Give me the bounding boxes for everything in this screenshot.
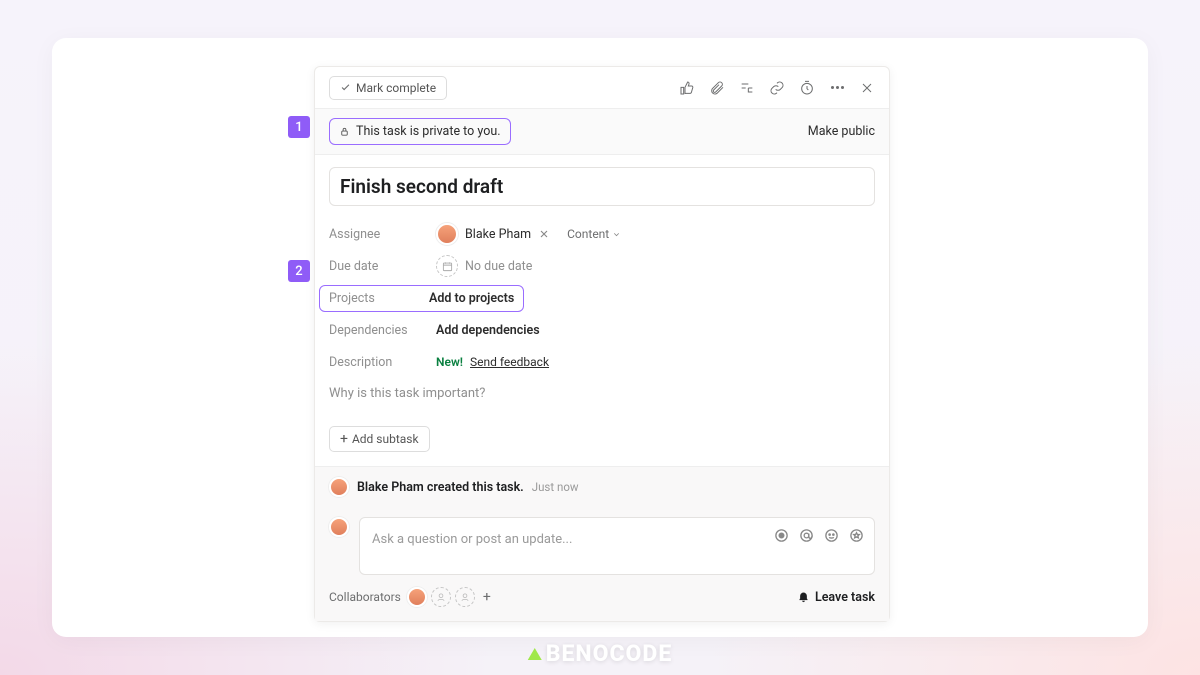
brand-triangle-icon xyxy=(528,648,542,660)
check-icon xyxy=(340,82,351,93)
leave-task-button[interactable]: Leave task xyxy=(797,590,875,605)
topbar-actions xyxy=(679,80,875,96)
projects-row: Projects Add to projects xyxy=(329,282,875,314)
collaborators-group: + xyxy=(407,587,495,607)
make-public-link[interactable]: Make public xyxy=(808,124,875,139)
add-subtask-button[interactable]: + Add subtask xyxy=(329,426,430,452)
send-feedback-link[interactable]: Send feedback xyxy=(470,355,549,369)
plus-icon: + xyxy=(340,432,348,446)
activity-time: Just now xyxy=(532,480,579,494)
add-dependencies-link[interactable]: Add dependencies xyxy=(436,323,540,338)
dependencies-row: Dependencies Add dependencies xyxy=(329,314,875,346)
description-row: Description New! Send feedback xyxy=(329,346,875,378)
assignee-row: Assignee Blake Pham Content xyxy=(329,218,875,250)
task-topbar: Mark complete xyxy=(315,67,889,109)
due-date-value[interactable]: No due date xyxy=(436,255,532,277)
new-badge: New! xyxy=(436,355,463,369)
assignee-team-dropdown[interactable]: Content xyxy=(567,227,621,241)
comment-placeholder: Ask a question or post an update... xyxy=(372,532,572,547)
add-collaborator-button[interactable]: + xyxy=(479,589,495,605)
assignee-label: Assignee xyxy=(329,227,436,242)
mention-icon[interactable] xyxy=(799,528,814,543)
remove-assignee-icon[interactable] xyxy=(538,228,550,240)
subtask-icon[interactable] xyxy=(739,80,755,96)
close-icon[interactable] xyxy=(859,80,875,96)
like-icon[interactable] xyxy=(679,80,695,96)
collaborators-label: Collaborators xyxy=(329,590,401,604)
add-to-projects-link[interactable]: Add to projects xyxy=(429,291,514,306)
comment-input[interactable]: Ask a question or post an update... xyxy=(359,517,875,575)
task-body: Finish second draft Assignee Blake Pham … xyxy=(315,155,889,466)
activity-text: Blake Pham created this task. xyxy=(357,480,524,495)
task-footer: Collaborators + Leave task xyxy=(315,575,889,621)
collaborator-placeholder[interactable] xyxy=(455,587,475,607)
task-title: Finish second draft xyxy=(340,175,864,198)
avatar xyxy=(436,223,458,245)
task-detail-panel: Mark complete This task is private to yo… xyxy=(314,66,890,622)
callout-marker-1: 1 xyxy=(288,116,310,138)
timer-icon[interactable] xyxy=(799,80,815,96)
attachment-icon[interactable] xyxy=(709,80,725,96)
emoji-icon[interactable] xyxy=(824,528,839,543)
privacy-row: This task is private to you. Make public xyxy=(315,109,889,155)
record-icon[interactable] xyxy=(774,528,789,543)
due-date-label: Due date xyxy=(329,259,436,274)
link-icon[interactable] xyxy=(769,80,785,96)
chevron-down-icon xyxy=(612,230,621,239)
assignee-value[interactable]: Blake Pham Content xyxy=(436,223,621,245)
collaborator-placeholder[interactable] xyxy=(431,587,451,607)
mark-complete-button[interactable]: Mark complete xyxy=(329,76,447,100)
activity-log-item: Blake Pham created this task. Just now xyxy=(315,466,889,507)
description-placeholder[interactable]: Why is this task important? xyxy=(329,386,875,401)
callout-marker-2: 2 xyxy=(288,260,310,282)
assignee-name: Blake Pham xyxy=(465,227,531,242)
due-date-row: Due date No due date xyxy=(329,250,875,282)
lock-icon xyxy=(339,126,350,137)
brand-watermark: BENOCODE xyxy=(528,640,673,667)
task-title-field[interactable]: Finish second draft xyxy=(329,167,875,206)
appreciate-icon[interactable] xyxy=(849,528,864,543)
privacy-badge: This task is private to you. xyxy=(329,118,511,145)
avatar xyxy=(329,477,349,497)
projects-highlight: Projects Add to projects xyxy=(319,285,524,312)
avatar xyxy=(329,517,349,537)
calendar-icon xyxy=(436,255,458,277)
comment-toolbar xyxy=(774,528,864,543)
dependencies-label: Dependencies xyxy=(329,323,436,338)
more-icon[interactable] xyxy=(829,80,845,96)
avatar[interactable] xyxy=(407,587,427,607)
bell-icon xyxy=(797,591,810,604)
mark-complete-label: Mark complete xyxy=(356,81,436,95)
projects-label: Projects xyxy=(329,291,429,306)
privacy-text: This task is private to you. xyxy=(356,124,501,139)
description-label: Description xyxy=(329,355,436,370)
due-date-text: No due date xyxy=(465,259,532,274)
comment-composer: Ask a question or post an update... xyxy=(315,507,889,575)
